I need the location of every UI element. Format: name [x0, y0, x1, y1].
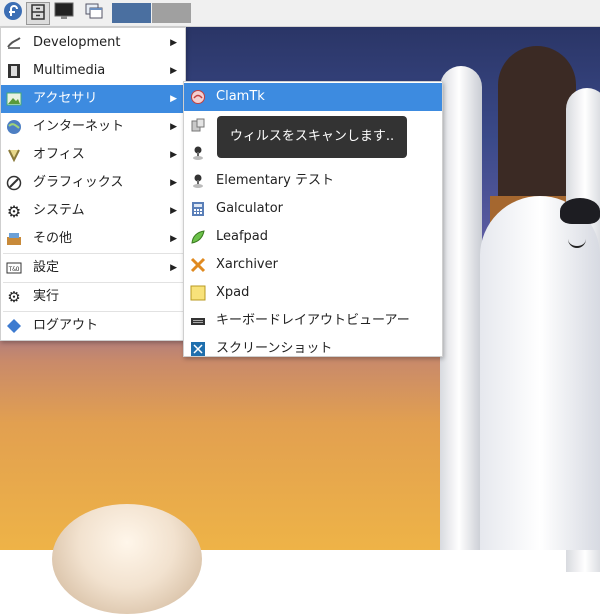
keyboard-icon [190, 313, 206, 329]
submenu-item-label: Xarchiver [216, 257, 278, 272]
submenu-item-label: スクリーンショット [216, 341, 333, 356]
run-gear-icon: ⚙ [7, 288, 21, 306]
menu-item-run[interactable]: ⚙ 実行 [1, 283, 185, 311]
menu-item-label: オフィス [33, 147, 85, 162]
elementary-icon [190, 173, 206, 189]
show-windows-button[interactable] [82, 2, 106, 23]
calculator-icon [190, 201, 206, 217]
application-menu: Development ▶ Multimedia ▶ アクセサリ ▶ インターネ… [0, 27, 186, 341]
clamtk-tooltip: ウィルスをスキャンします.. [217, 116, 407, 158]
menu-item-label: 実行 [33, 289, 60, 304]
terminal-icon [54, 2, 74, 24]
menu-item-label: アクセサリ [33, 91, 98, 106]
workspace-1[interactable] [112, 3, 151, 23]
submenu-item-xarchiver[interactable]: Xarchiver [184, 251, 442, 279]
submenu-item-clamtk[interactable]: ClamTk [184, 83, 442, 111]
note-icon [190, 285, 206, 301]
menu-item-logout[interactable]: ログアウト [1, 312, 185, 340]
submenu-arrow-icon: ▶ [170, 178, 177, 188]
svg-text:T&O: T&O [9, 266, 20, 273]
menu-item-label: 設定 [33, 260, 60, 275]
wrench-icon [6, 35, 22, 51]
drawer-icon [30, 3, 46, 24]
submenu-arrow-icon: ▶ [170, 206, 177, 216]
menu-item-other[interactable]: その他 ▶ [1, 225, 185, 253]
submenu-arrow-icon: ▶ [170, 38, 177, 48]
menu-item-label: ログアウト [33, 318, 99, 333]
menu-item-development[interactable]: Development ▶ [1, 29, 185, 57]
submenu-item-galculator[interactable]: Galculator [184, 195, 442, 223]
submenu-item-keyboard-layout-viewer[interactable]: キーボードレイアウトビューアー [184, 307, 442, 335]
submenu-arrow-icon: ▶ [170, 66, 177, 76]
logout-icon [6, 318, 22, 334]
submenu-arrow-icon: ▶ [170, 94, 177, 104]
windows-icon [84, 2, 104, 24]
wallpaper-booster-left [440, 66, 482, 550]
joystick-icon [190, 145, 206, 161]
menu-item-label: システム [33, 203, 85, 218]
menu-item-label: Multimedia [33, 63, 106, 78]
palette-icon [6, 175, 22, 191]
menu-item-label: グラフィックス [33, 175, 124, 190]
submenu-item-label: Elementary テスト [216, 173, 334, 188]
top-panel [0, 0, 600, 27]
box-icon [6, 231, 22, 247]
submenu-arrow-icon: ▶ [170, 234, 177, 244]
menu-item-internet[interactable]: インターネット ▶ [1, 113, 185, 141]
settings-icon: T&O [6, 260, 22, 276]
picture-icon [6, 91, 22, 107]
submenu-arrow-icon: ▶ [170, 263, 177, 273]
submenu-item-label: キーボードレイアウトビューアー [216, 313, 410, 328]
menu-item-office[interactable]: オフィス ▶ [1, 141, 185, 169]
xarchiver-icon [190, 257, 206, 273]
menu-item-label: その他 [33, 231, 73, 246]
terminal-launcher[interactable] [52, 2, 76, 23]
archive-icon [190, 117, 206, 133]
wallpaper-planet [52, 504, 202, 614]
menu-item-accessories[interactable]: アクセサリ ▶ [1, 85, 185, 113]
submenu-arrow-icon: ▶ [170, 122, 177, 132]
film-icon [6, 63, 22, 79]
leafpad-icon [190, 229, 206, 245]
application-menu-button[interactable] [2, 1, 24, 25]
menu-item-graphics[interactable]: グラフィックス ▶ [1, 169, 185, 197]
submenu-item-xpad[interactable]: Xpad [184, 279, 442, 307]
menu-item-system[interactable]: ⚙ システム ▶ [1, 197, 185, 225]
file-manager-launcher[interactable] [26, 2, 50, 25]
menu-item-settings[interactable]: T&O 設定 ▶ [1, 254, 185, 282]
fedora-icon [3, 1, 23, 25]
submenu-item-label: Xpad [216, 285, 250, 300]
submenu-item-screenshot[interactable]: スクリーンショット [184, 335, 442, 363]
menu-item-label: Development [33, 35, 121, 50]
menu-item-multimedia[interactable]: Multimedia ▶ [1, 57, 185, 85]
submenu-item-label: ClamTk [216, 89, 265, 104]
gear-icon: ⚙ [6, 201, 22, 221]
wallpaper-orbiter-nose [560, 198, 600, 224]
submenu-item-leafpad[interactable]: Leafpad [184, 223, 442, 251]
clamtk-icon [190, 89, 206, 105]
submenu-arrow-icon: ▶ [170, 150, 177, 160]
screenshot-icon [190, 341, 206, 357]
submenu-item-label: Leafpad [216, 229, 269, 244]
submenu-item-label: Galculator [216, 201, 284, 216]
submenu-item-elementary-test[interactable]: Elementary テスト [184, 167, 442, 195]
globe-icon [6, 119, 22, 135]
office-icon [6, 147, 22, 163]
workspace-2[interactable] [152, 3, 191, 23]
menu-item-label: インターネット [33, 119, 125, 134]
wallpaper-orbiter [480, 196, 600, 550]
